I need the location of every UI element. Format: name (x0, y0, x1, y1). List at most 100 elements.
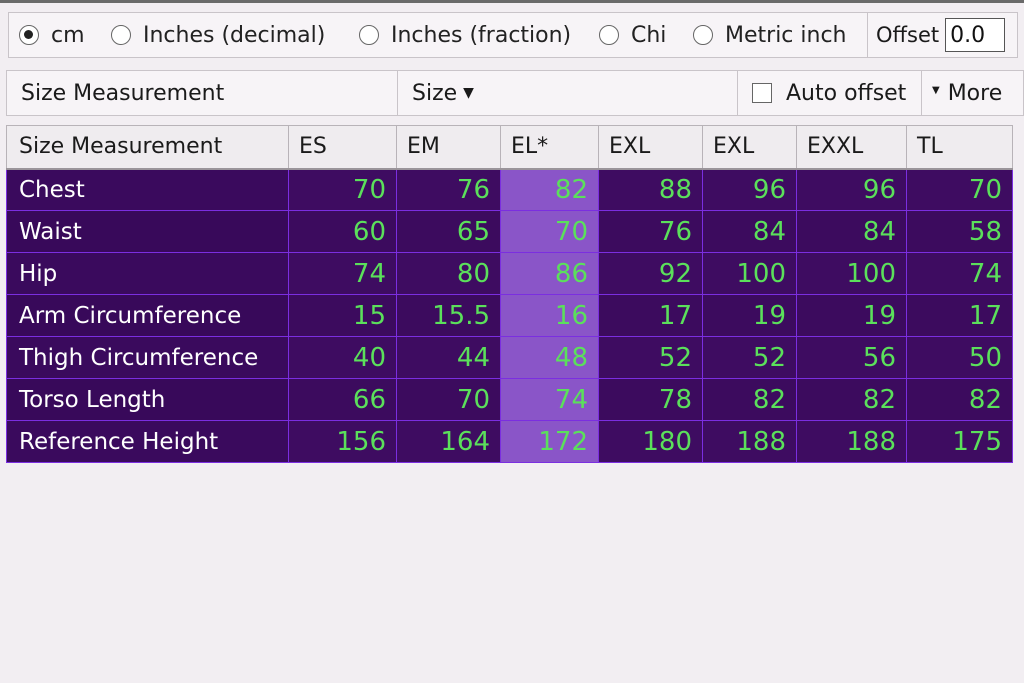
unit-label: Metric inch (725, 22, 847, 48)
table-row: Reference Height 156 164 172 180 188 188 175 (6, 420, 1013, 463)
radio-checked-icon (19, 25, 39, 45)
table-cell[interactable]: 175 (906, 420, 1013, 463)
table-cell[interactable]: 74 (288, 252, 397, 295)
table-cell[interactable]: 78 (598, 378, 703, 421)
row-label: Waist (6, 210, 289, 253)
table-cell[interactable]: 100 (702, 252, 797, 295)
table-cell[interactable]: 58 (906, 210, 1013, 253)
table-cell[interactable]: 92 (598, 252, 703, 295)
auto-offset-toggle[interactable]: Auto offset (737, 71, 921, 115)
auto-offset-label: Auto offset (786, 80, 907, 106)
table-cell[interactable]: 66 (288, 378, 397, 421)
size-dropdown[interactable]: Size ▼ (397, 71, 737, 115)
unit-toolbar: cm Inches (decimal) Inches (fraction) Ch… (8, 12, 1018, 58)
table-cell[interactable]: 19 (702, 294, 797, 337)
unit-radio-cm[interactable]: cm (19, 13, 85, 57)
column-header-size[interactable]: EXXL (796, 125, 907, 170)
row-label: Hip (6, 252, 289, 295)
offset-input[interactable] (945, 18, 1006, 52)
radio-unchecked-icon (111, 25, 131, 45)
column-header-size[interactable]: EXL (598, 125, 703, 170)
table-row: Waist 60 65 70 76 84 84 58 (6, 210, 1013, 253)
table-cell[interactable]: 40 (288, 336, 397, 379)
table-cell[interactable]: 15.5 (396, 294, 501, 337)
table-cell[interactable]: 17 (598, 294, 703, 337)
table-cell[interactable]: 76 (396, 168, 501, 211)
table-cell[interactable]: 82 (796, 378, 907, 421)
table-cell[interactable]: 52 (702, 336, 797, 379)
measurement-header: Size Measurement (7, 71, 397, 115)
unit-label: Inches (fraction) (391, 22, 572, 48)
table-cell[interactable]: 70 (906, 168, 1013, 211)
row-label: Reference Height (6, 420, 289, 463)
column-header-size[interactable]: ES (288, 125, 397, 170)
table-cell[interactable]: 15 (288, 294, 397, 337)
unit-label: Inches (decimal) (143, 22, 326, 48)
table-cell[interactable]: 96 (796, 168, 907, 211)
unit-radio-inches-decimal[interactable]: Inches (decimal) (111, 13, 325, 57)
column-header-bar: Size Measurement Size ▼ Auto offset ▼ Mo… (6, 70, 1024, 116)
table-cell[interactable]: 16 (500, 294, 599, 337)
table-cell[interactable]: 84 (796, 210, 907, 253)
checkbox-icon (752, 83, 772, 103)
chevron-down-icon: ▼ (932, 84, 940, 96)
unit-label: cm (51, 22, 85, 48)
column-header-size[interactable]: TL (906, 125, 1013, 170)
unit-label: Chi (631, 22, 667, 48)
column-header-size[interactable]: EL* (500, 125, 599, 170)
table-row: Arm Circumference 15 15.5 16 17 19 19 17 (6, 294, 1013, 337)
table-cell[interactable]: 180 (598, 420, 703, 463)
table-cell[interactable]: 82 (500, 168, 599, 211)
table-cell[interactable]: 17 (906, 294, 1013, 337)
size-table: Size Measurement ES EM EL* EXL EXL EXXL TL Ches… (6, 125, 1013, 463)
chevron-down-icon: ▼ (463, 85, 474, 101)
table-body: Chest 70 76 82 88 96 96 70 Waist 60 65 70 76 84 84 58 Hi… (6, 168, 1013, 463)
window-top-border (0, 0, 1024, 3)
table-cell[interactable]: 52 (598, 336, 703, 379)
radio-unchecked-icon (693, 25, 713, 45)
table-cell[interactable]: 70 (288, 168, 397, 211)
table-cell[interactable]: 88 (598, 168, 703, 211)
row-label: Chest (6, 168, 289, 211)
table-cell[interactable]: 19 (796, 294, 907, 337)
table-cell[interactable]: 164 (396, 420, 501, 463)
unit-radio-inches-fraction[interactable]: Inches (fraction) (359, 13, 571, 57)
row-label: Arm Circumference (6, 294, 289, 337)
table-cell[interactable]: 56 (796, 336, 907, 379)
table-cell[interactable]: 82 (702, 378, 797, 421)
table-cell[interactable]: 65 (396, 210, 501, 253)
table-cell[interactable]: 76 (598, 210, 703, 253)
table-cell[interactable]: 156 (288, 420, 397, 463)
table-header-row: Size Measurement ES EM EL* EXL EXL EXXL TL (6, 125, 1013, 170)
column-header-size[interactable]: EM (396, 125, 501, 170)
table-cell[interactable]: 100 (796, 252, 907, 295)
table-cell[interactable]: 48 (500, 336, 599, 379)
size-table-container: Size Measurement ES EM EL* EXL EXL EXXL TL Ches… (6, 125, 1013, 463)
table-row: Thigh Circumference 40 44 48 52 52 56 50 (6, 336, 1013, 379)
table-cell[interactable]: 188 (702, 420, 797, 463)
table-cell[interactable]: 50 (906, 336, 1013, 379)
offset-label: Offset (876, 23, 940, 47)
table-cell[interactable]: 172 (500, 420, 599, 463)
table-cell[interactable]: 60 (288, 210, 397, 253)
table-cell[interactable]: 70 (500, 210, 599, 253)
table-cell[interactable]: 74 (906, 252, 1013, 295)
radio-unchecked-icon (359, 25, 379, 45)
radio-unchecked-icon (599, 25, 619, 45)
table-cell[interactable]: 44 (396, 336, 501, 379)
table-cell[interactable]: 86 (500, 252, 599, 295)
column-header-measurement[interactable]: Size Measurement (6, 125, 289, 170)
table-cell[interactable]: 82 (906, 378, 1013, 421)
more-button[interactable]: ▼ More (921, 71, 1023, 115)
column-header-size[interactable]: EXL (702, 125, 797, 170)
unit-radio-chi[interactable]: Chi (599, 13, 666, 57)
table-cell[interactable]: 80 (396, 252, 501, 295)
measurement-header-label: Size Measurement (21, 80, 225, 106)
table-cell[interactable]: 74 (500, 378, 599, 421)
table-cell[interactable]: 188 (796, 420, 907, 463)
table-cell[interactable]: 96 (702, 168, 797, 211)
table-row: Hip 74 80 86 92 100 100 74 (6, 252, 1013, 295)
table-cell[interactable]: 70 (396, 378, 501, 421)
unit-radio-metric-inch[interactable]: Metric inch (693, 13, 846, 57)
table-cell[interactable]: 84 (702, 210, 797, 253)
